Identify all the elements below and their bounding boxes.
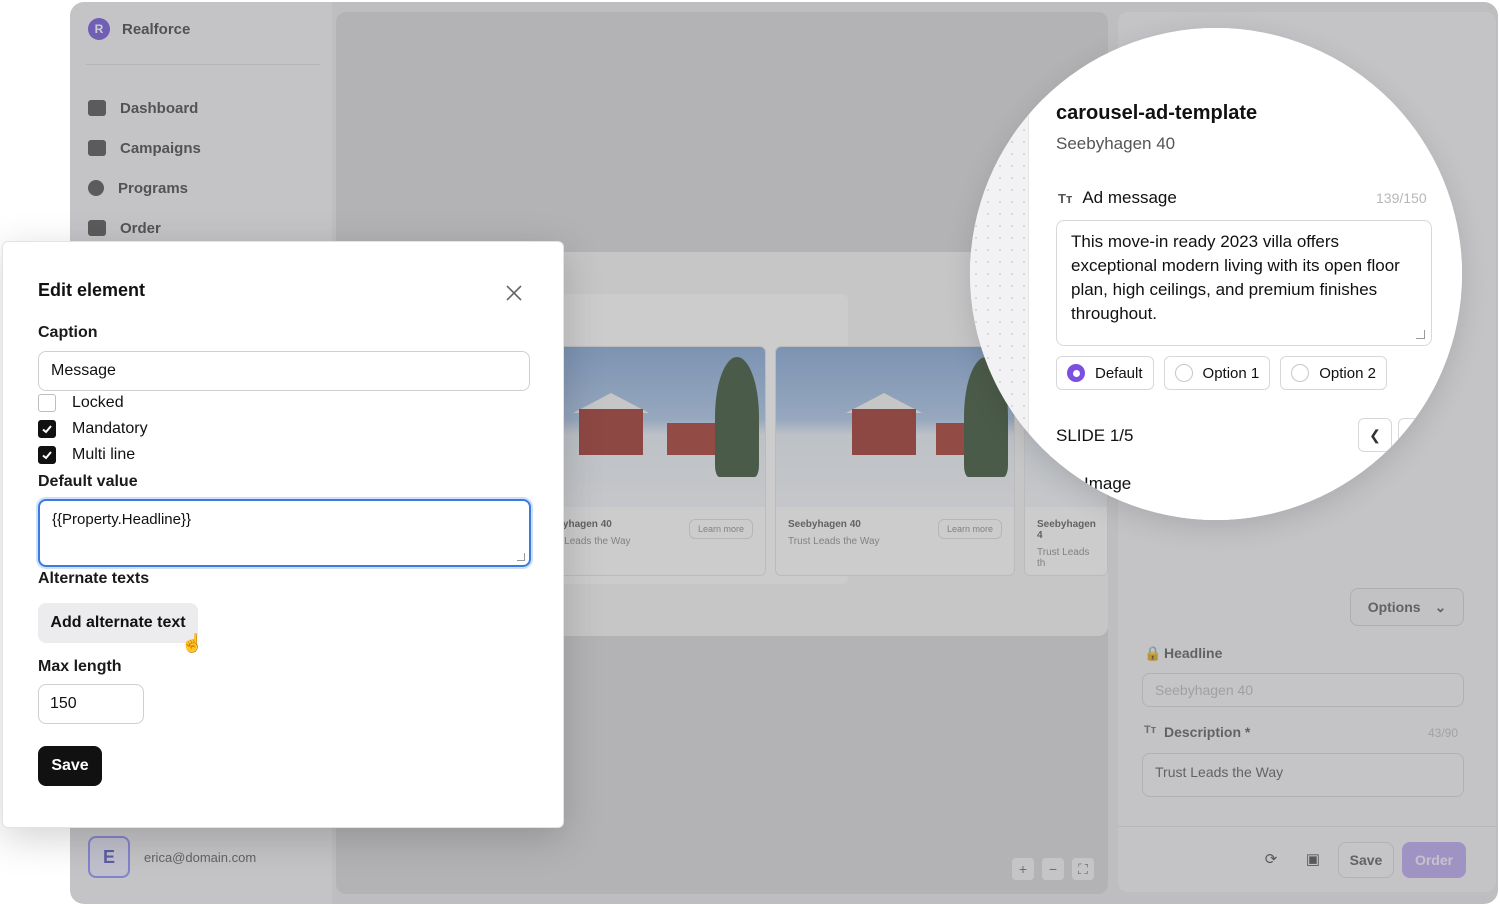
resize-handle-icon[interactable] <box>1416 330 1425 339</box>
template-name: carousel-ad-template <box>1056 102 1258 124</box>
ad-message-label-text: Ad message <box>1082 188 1177 207</box>
mandatory-checkbox[interactable] <box>38 420 56 438</box>
caption-label: Caption <box>38 324 98 341</box>
radio-option-1[interactable]: Option 1 <box>1163 356 1271 390</box>
max-length-input[interactable]: 150 <box>38 684 144 724</box>
locked-checkbox-row[interactable]: Locked <box>38 394 124 412</box>
radio-label: Option 2 <box>1319 364 1376 382</box>
canvas-grid-strip <box>970 28 1028 520</box>
dialog-title: Edit element <box>38 280 146 300</box>
radio-empty-icon <box>1174 364 1193 382</box>
alternate-texts-label: Alternate texts <box>38 570 150 587</box>
close-icon[interactable] <box>501 280 527 306</box>
max-length-label: Max length <box>38 658 122 675</box>
multiline-checkbox[interactable] <box>38 446 56 464</box>
resize-handle-icon[interactable] <box>517 553 525 561</box>
ad-message-count: 139/150 <box>1376 190 1427 206</box>
checkbox-label: Mandatory <box>72 420 148 437</box>
image-label: Image <box>1084 474 1132 493</box>
default-value-textarea[interactable]: {{Property.Headline}} <box>38 499 531 567</box>
variant-radio-group: Default Option 1 Option 2 <box>1056 356 1387 390</box>
next-slide-button[interactable] <box>1398 418 1432 452</box>
default-value-label: Default value <box>38 473 138 490</box>
edit-element-dialog: Edit element Caption Message Locked Mand… <box>2 241 564 828</box>
locked-checkbox[interactable] <box>38 394 56 412</box>
radio-label: Option 1 <box>1202 364 1260 382</box>
radio-label: Default <box>1095 364 1143 382</box>
radio-option-2[interactable]: Option 2 <box>1280 356 1387 390</box>
previous-slide-button[interactable]: ❮ <box>1358 418 1392 452</box>
ad-message-text: This move-in ready 2023 villa offers exc… <box>1071 232 1400 323</box>
add-alternate-text-button[interactable]: Add alternate text <box>38 603 198 643</box>
radio-default[interactable]: Default <box>1056 356 1154 390</box>
slide-indicator: SLIDE 1/5 <box>1056 426 1134 445</box>
multiline-checkbox-row[interactable]: Multi line <box>38 446 135 464</box>
text-type-icon: Tт <box>1058 190 1073 206</box>
default-value-text: {{Property.Headline}} <box>52 511 191 528</box>
ad-message-label: Tт Ad message <box>1058 188 1177 208</box>
radio-selected-icon <box>1067 364 1085 382</box>
checkbox-label: Multi line <box>72 446 136 463</box>
hand-cursor-icon: ☝ <box>181 633 204 653</box>
caption-input[interactable]: Message <box>38 351 530 391</box>
mandatory-checkbox-row[interactable]: Mandatory <box>38 420 148 438</box>
ad-message-textarea[interactable]: This move-in ready 2023 villa offers exc… <box>1056 220 1432 346</box>
magnifier-lens: carousel-ad-template Seebyhagen 40 Tт Ad… <box>970 28 1462 520</box>
checkbox-label: Locked <box>72 394 124 411</box>
save-button[interactable]: Save <box>38 746 102 786</box>
chevron-left-icon: ❮ <box>1369 426 1381 443</box>
radio-empty-icon <box>1291 364 1310 382</box>
property-name: Seebyhagen 40 <box>1056 134 1176 153</box>
